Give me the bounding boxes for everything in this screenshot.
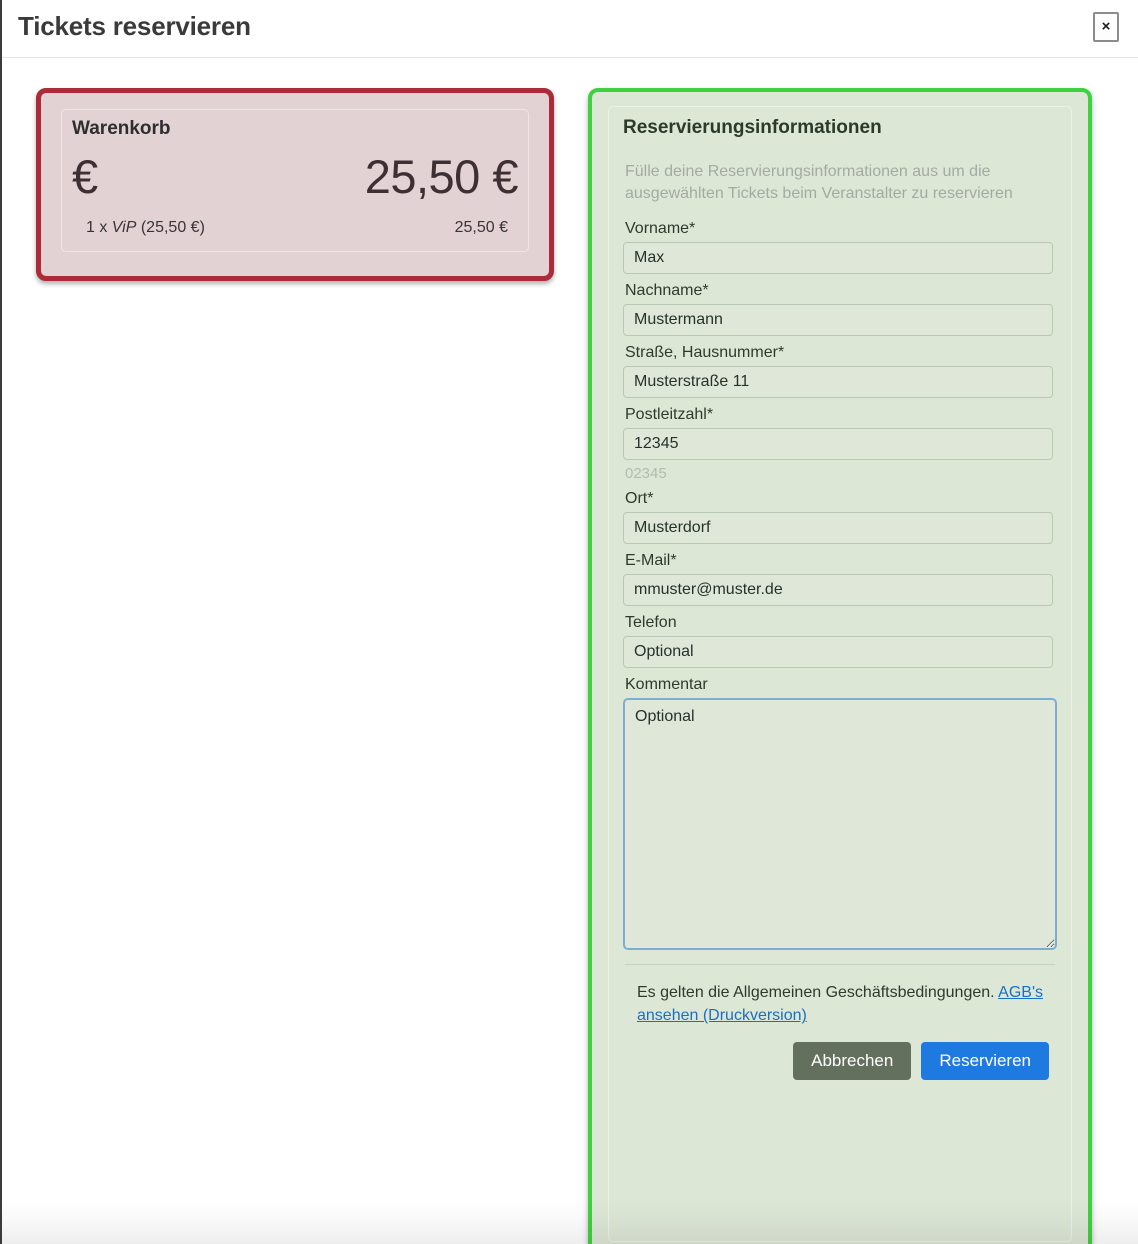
reservation-panel: Reservierungsinformationen Fülle deine R… <box>588 88 1092 1244</box>
field-postleitzahl: Postleitzahl* 02345 <box>623 406 1057 482</box>
field-label-ort: Ort* <box>625 490 654 508</box>
close-icon[interactable]: × <box>1093 12 1119 42</box>
field-label-vorname: Vorname* <box>625 220 696 238</box>
field-vorname: Vorname* <box>623 220 1057 275</box>
field-label-telefon: Telefon <box>625 614 677 632</box>
cart-total-amount: 25,50 € <box>364 150 519 203</box>
postleitzahl-hint: 02345 <box>625 465 667 483</box>
reserve-button[interactable]: Reservieren <box>921 1041 1049 1080</box>
cart-item-line-total: 25,50 € <box>454 219 508 237</box>
vorname-input[interactable] <box>623 242 1053 275</box>
cart-item-unit-price: (25,50 €) <box>136 219 205 237</box>
reservation-title: Reservierungsinformationen <box>623 117 882 138</box>
field-label-email: E-Mail* <box>625 552 677 570</box>
terms-text: Es gelten die Allgemeinen Geschäftsbedin… <box>637 981 1055 1027</box>
cart-line-item: 1 x ViP (25,50 €) 25,50 € <box>72 219 518 237</box>
ort-input[interactable] <box>623 512 1053 545</box>
cart-item-name: ViP <box>111 219 137 237</box>
terms-label: Es gelten die Allgemeinen Geschäftsbedin… <box>637 984 999 1002</box>
cart-item-description: 1 x ViP (25,50 €) <box>86 219 205 237</box>
cart-panel: Warenkorb € 25,50 € 1 x ViP (25,50 €) 25… <box>36 88 554 282</box>
field-label-kommentar: Kommentar <box>625 676 708 694</box>
cart-total-row: € 25,50 € <box>72 150 519 203</box>
cart-title: Warenkorb <box>72 118 171 139</box>
reservation-inner: Reservierungsinformationen Fülle deine R… <box>608 106 1072 1242</box>
field-strasse: Straße, Hausnummer* <box>623 344 1057 399</box>
field-label-nachname: Nachname* <box>625 282 709 300</box>
page-title: Tickets reservieren <box>18 11 251 41</box>
kommentar-textarea[interactable]: Optional <box>623 698 1057 951</box>
section-divider <box>625 964 1055 966</box>
field-kommentar: Kommentar Optional <box>623 676 1057 951</box>
cart-inner: Warenkorb € 25,50 € 1 x ViP (25,50 €) 25… <box>61 109 529 253</box>
modal-header: Tickets reservieren × <box>2 0 1138 58</box>
cart-item-quantity: 1 x <box>86 219 112 237</box>
reservation-subtitle: Fülle deine Reservierungsinformationen a… <box>625 163 1013 202</box>
field-ort: Ort* <box>623 490 1057 545</box>
telefon-input[interactable] <box>623 636 1053 669</box>
cancel-button[interactable]: Abbrechen <box>793 1041 912 1080</box>
modal-dialog: Tickets reservieren × Warenkorb € 25,50 … <box>0 0 1138 1244</box>
currency-symbol: € <box>72 150 98 203</box>
action-bar: Abbrechen Reservieren <box>623 1041 1057 1080</box>
field-label-strasse: Straße, Hausnummer* <box>625 344 785 362</box>
field-telefon: Telefon <box>623 614 1057 669</box>
nachname-input[interactable] <box>623 304 1053 337</box>
field-nachname: Nachname* <box>623 282 1057 337</box>
field-email: E-Mail* <box>623 552 1057 607</box>
field-label-postleitzahl: Postleitzahl* <box>625 406 714 424</box>
email-input[interactable] <box>623 574 1053 607</box>
postleitzahl-input[interactable] <box>623 428 1053 461</box>
strasse-input[interactable] <box>623 366 1053 399</box>
